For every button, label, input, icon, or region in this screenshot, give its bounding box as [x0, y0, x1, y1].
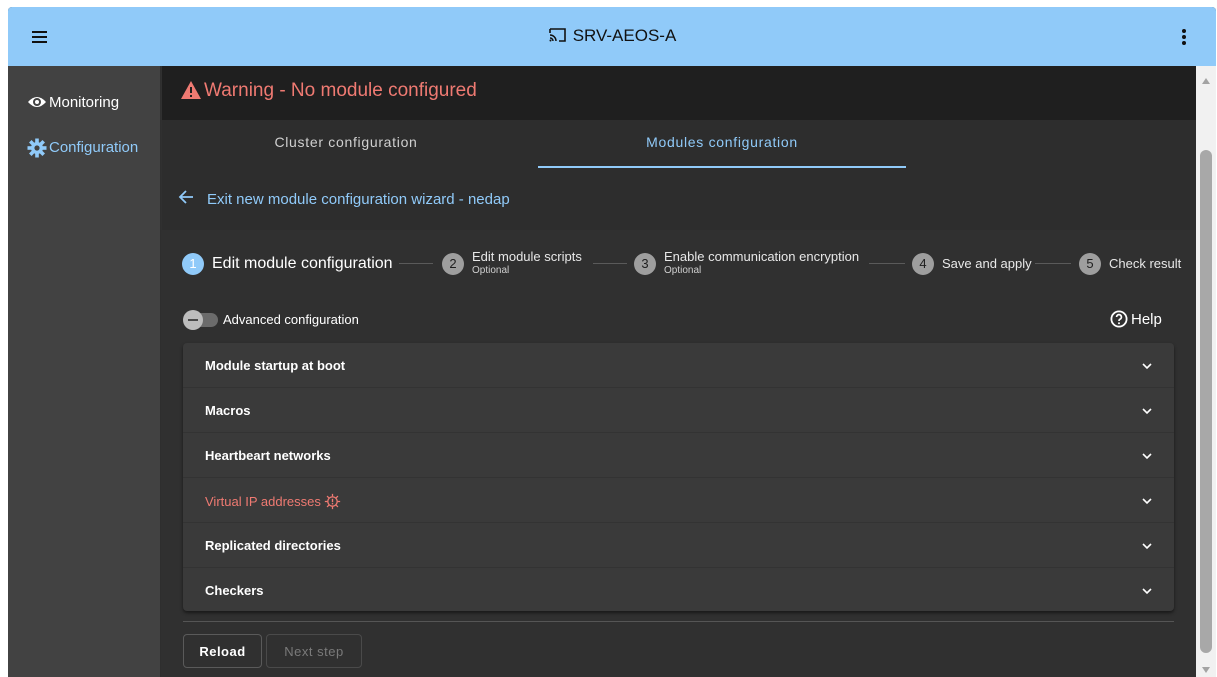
- tab-modules-configuration[interactable]: Modules configuration: [538, 120, 906, 168]
- step-number: 2: [442, 253, 464, 275]
- step-optional-label: Optional: [664, 265, 702, 276]
- panel-replicated-directories[interactable]: Replicated directories: [183, 523, 1174, 568]
- step-label: Edit module scripts: [472, 249, 582, 264]
- chevron-down-icon: [1142, 588, 1152, 595]
- advanced-config-toggle[interactable]: [183, 310, 218, 330]
- panel-module-startup[interactable]: Module startup at boot: [183, 343, 1174, 388]
- sidebar-item-monitoring[interactable]: Monitoring: [8, 85, 161, 119]
- step-connector: [593, 263, 627, 264]
- top-bar: SRV-AEOS-A: [8, 7, 1216, 66]
- tab-cluster-configuration[interactable]: Cluster configuration: [162, 120, 530, 168]
- arrow-left-icon: [178, 190, 193, 204]
- help-button[interactable]: Help: [1110, 310, 1162, 328]
- step-optional-label: Optional: [472, 265, 510, 276]
- panel-title: Heartbeart networks: [205, 448, 331, 463]
- chevron-down-icon: [1142, 453, 1152, 460]
- warning-triangle-icon: [181, 81, 201, 99]
- step-number: 1: [182, 253, 204, 275]
- panel-title: Module startup at boot: [205, 358, 346, 373]
- sidebar-item-label: Configuration: [49, 139, 139, 156]
- panel-title-warning: Virtual IP addresses: [205, 493, 341, 510]
- divider: [183, 621, 1174, 622]
- scroll-down-icon[interactable]: [1202, 667, 1210, 673]
- next-step-button[interactable]: Next step: [266, 634, 362, 668]
- app-title: SRV-AEOS-A: [8, 26, 1216, 46]
- step-number: 5: [1079, 253, 1101, 275]
- sidebar: Monitoring Configuration: [8, 66, 161, 677]
- tab-bar: Cluster configuration Modules configurat…: [162, 120, 1196, 168]
- tab-label: Modules configuration: [646, 134, 798, 150]
- step-number: 3: [634, 253, 656, 275]
- gear-icon: [27, 138, 47, 158]
- warning-banner: Warning - No module configured: [162, 66, 1196, 120]
- step-connector: [399, 263, 433, 264]
- step-label: Save and apply: [942, 256, 1032, 271]
- exit-wizard-label: Exit new module configuration wizard - n…: [207, 191, 510, 208]
- config-panels: Module startup at boot Macros Heartbeart…: [183, 343, 1174, 611]
- app-window: SRV-AEOS-A Monitoring Configuration Warn…: [8, 7, 1216, 677]
- sidebar-item-label: Monitoring: [49, 94, 120, 111]
- scroll-up-icon[interactable]: [1202, 78, 1210, 84]
- step-label: Check result: [1109, 256, 1182, 271]
- panel-heartbeat-networks[interactable]: Heartbeart networks: [183, 433, 1174, 478]
- panel-title: Checkers: [205, 583, 264, 598]
- scrollbar-thumb[interactable]: [1200, 150, 1212, 653]
- help-circle-icon: [1110, 310, 1128, 328]
- step-number: 4: [912, 253, 934, 275]
- panel-checkers[interactable]: Checkers: [183, 568, 1174, 613]
- main-content: Warning - No module configured Cluster c…: [162, 66, 1196, 677]
- more-vertical-icon[interactable]: [1174, 25, 1194, 49]
- advanced-config-row: Advanced configuration Help: [183, 306, 1184, 334]
- exit-wizard-link[interactable]: Exit new module configuration wizard - n…: [162, 168, 1196, 230]
- chevron-down-icon: [1142, 543, 1152, 550]
- help-label: Help: [1131, 311, 1162, 328]
- step-label: Edit module configuration: [212, 255, 393, 272]
- warning-text: Warning - No module configured: [204, 80, 477, 101]
- panel-macros[interactable]: Macros: [183, 388, 1174, 433]
- step-connector: [869, 263, 905, 264]
- panel-title: Macros: [205, 403, 251, 418]
- app-title-text: SRV-AEOS-A: [572, 26, 677, 45]
- panel-title: Replicated directories: [205, 538, 341, 553]
- chevron-down-icon: [1142, 408, 1152, 415]
- sidebar-item-configuration[interactable]: Configuration: [8, 130, 161, 164]
- reload-button[interactable]: Reload: [183, 634, 262, 668]
- chevron-down-icon: [1142, 363, 1152, 370]
- cast-icon: [548, 28, 566, 42]
- chevron-down-icon: [1142, 498, 1152, 505]
- step-label: Enable communication encryption: [664, 249, 860, 264]
- vertical-scrollbar[interactable]: [1196, 66, 1216, 677]
- gear-warning-icon: [324, 493, 341, 510]
- wizard-stepper: 1 Edit module configuration 2 Edit modul…: [182, 248, 1182, 288]
- tab-label: Cluster configuration: [274, 134, 418, 150]
- panel-title-text: Virtual IP addresses: [205, 494, 321, 509]
- step-connector: [1035, 263, 1071, 264]
- advanced-config-label: Advanced configuration: [223, 312, 359, 327]
- toggle-knob: [183, 310, 203, 330]
- eye-icon: [28, 97, 46, 107]
- panel-virtual-ip-addresses[interactable]: Virtual IP addresses: [183, 478, 1174, 523]
